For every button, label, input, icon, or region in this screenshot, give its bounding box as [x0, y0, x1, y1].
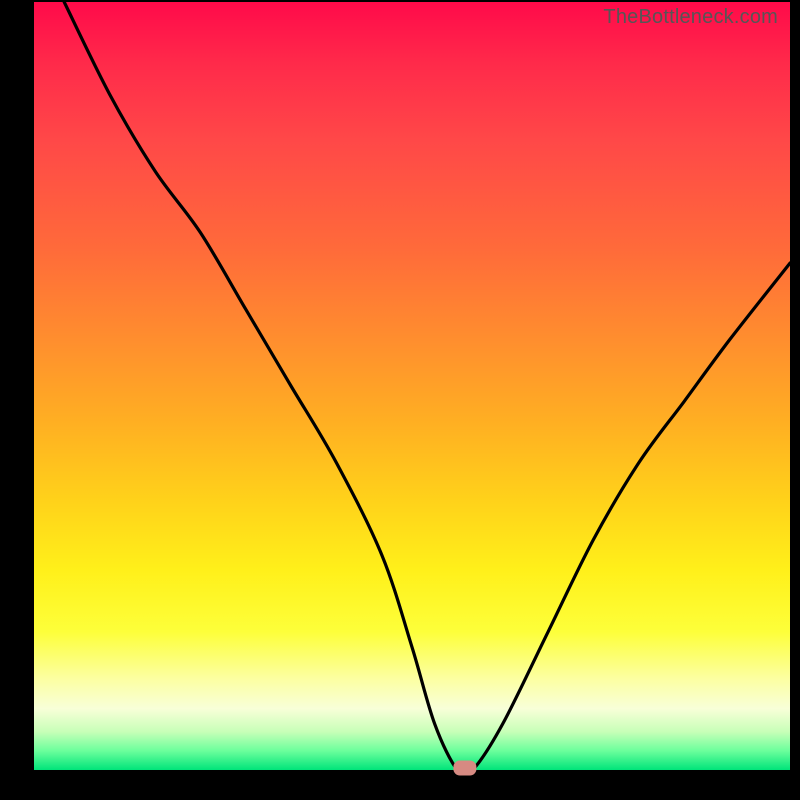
bottleneck-curve: [34, 2, 790, 770]
curve-line: [64, 2, 790, 776]
chart-frame: TheBottleneck.com: [0, 0, 800, 800]
optimum-marker: [454, 761, 476, 775]
plot-area: TheBottleneck.com: [34, 2, 790, 770]
